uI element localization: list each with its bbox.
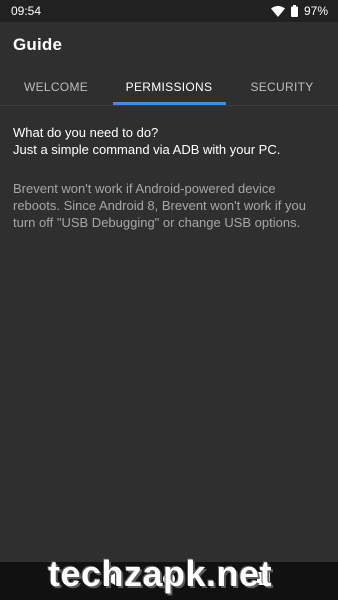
- intro-question: What do you need to do?: [13, 125, 159, 140]
- warning-text: Brevent won't work if Android-powered de…: [13, 181, 306, 230]
- tab-permissions[interactable]: PERMISSIONS: [112, 68, 226, 105]
- battery-percent: 97%: [303, 4, 328, 18]
- intro-instruction: Just a simple command via ADB with your …: [13, 142, 281, 157]
- page-title: Guide: [13, 35, 63, 54]
- watermark: techzapk.net: [48, 553, 273, 594]
- tab-bar: WELCOME PERMISSIONS SECURITY: [0, 68, 338, 106]
- tab-welcome[interactable]: WELCOME: [0, 68, 112, 105]
- status-time: 09:54: [11, 4, 42, 18]
- status-icons: 97%: [270, 4, 328, 18]
- battery-icon: [290, 5, 298, 17]
- status-bar: 09:54 97%: [0, 0, 338, 22]
- permissions-content: What do you need to do? Just a simple co…: [13, 124, 325, 231]
- app-bar: Guide: [0, 22, 338, 68]
- active-tab-indicator: [113, 102, 226, 105]
- intro-text: What do you need to do? Just a simple co…: [13, 124, 325, 158]
- tab-security[interactable]: SECURITY: [226, 68, 338, 105]
- wifi-icon: [270, 5, 285, 17]
